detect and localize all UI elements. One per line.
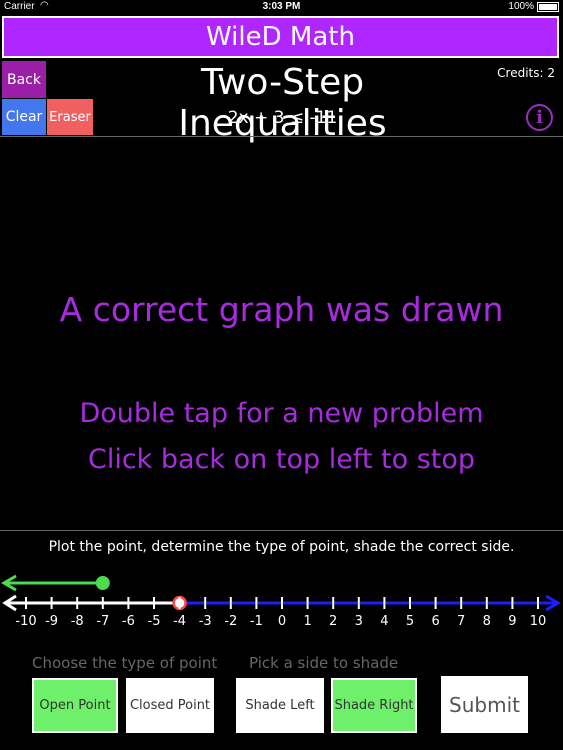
- tick-label: -9: [45, 614, 58, 629]
- status-bar: Carrier ◠ 3:03 PM 100%: [0, 0, 563, 15]
- tick-label: 1: [303, 614, 311, 629]
- tick-label: -4: [173, 614, 186, 629]
- canvas-divider: [0, 530, 563, 531]
- page-title: Two-Step Inequalities: [178, 62, 387, 144]
- tick-label: -8: [71, 614, 84, 629]
- tick-label: 8: [483, 614, 491, 629]
- back-button[interactable]: Back: [2, 61, 46, 98]
- tick-label: -3: [199, 614, 212, 629]
- header-divider: [0, 136, 563, 137]
- stop-hint: Click back on top left to stop: [87, 444, 476, 475]
- number-line[interactable]: -10 -9 -8 -7 -6 -5 -4 -3 -2 -1 0 1 2 3 4 5 6 7 8 9 10: [0, 565, 563, 630]
- tick-label: -5: [148, 614, 161, 629]
- student-point: [95, 576, 110, 590]
- tick-label: 0: [278, 614, 286, 629]
- tick-label: -7: [96, 614, 109, 629]
- equation-text: 2x + 3 ≤ -11: [227, 108, 338, 128]
- tick-label: -10: [15, 614, 36, 629]
- tick-label: 9: [508, 614, 516, 629]
- tick-label: 2: [329, 614, 337, 629]
- shade-right-button[interactable]: Shade Right: [331, 678, 417, 733]
- credits-counter: Credits: 2: [497, 66, 555, 80]
- battery-icon: [537, 1, 559, 12]
- tick-label: 10: [530, 614, 547, 629]
- instruction-text: Plot the point, determine the type of po…: [48, 539, 515, 555]
- submit-button[interactable]: Submit: [441, 676, 528, 733]
- app-title-bar: WileD Math: [2, 16, 559, 58]
- open-point-button[interactable]: Open Point: [32, 678, 118, 733]
- clear-button[interactable]: Clear: [2, 99, 46, 135]
- tick-label: 6: [431, 614, 439, 629]
- tick-label: 7: [457, 614, 465, 629]
- tick-label: 3: [355, 614, 363, 629]
- tick-label: 4: [380, 614, 388, 629]
- tick-label: 5: [406, 614, 414, 629]
- point-type-label: Choose the type of point: [32, 654, 218, 672]
- closed-point-button[interactable]: Closed Point: [126, 678, 214, 733]
- eraser-button[interactable]: Eraser: [47, 99, 93, 135]
- new-problem-hint: Double tap for a new problem: [79, 398, 484, 429]
- result-message: A correct graph was drawn: [59, 290, 504, 329]
- tick-label: -6: [122, 614, 135, 629]
- shade-left-button[interactable]: Shade Left: [236, 678, 324, 733]
- app-title: WileD Math: [206, 22, 355, 52]
- shade-side-label: Pick a side to shade: [249, 654, 399, 672]
- info-icon[interactable]: i: [526, 104, 553, 131]
- tick-label: -1: [250, 614, 263, 629]
- battery-indicator: 100%: [508, 1, 559, 12]
- battery-percent: 100%: [508, 1, 534, 12]
- status-time: 3:03 PM: [262, 1, 301, 12]
- tick-label: -2: [224, 614, 237, 629]
